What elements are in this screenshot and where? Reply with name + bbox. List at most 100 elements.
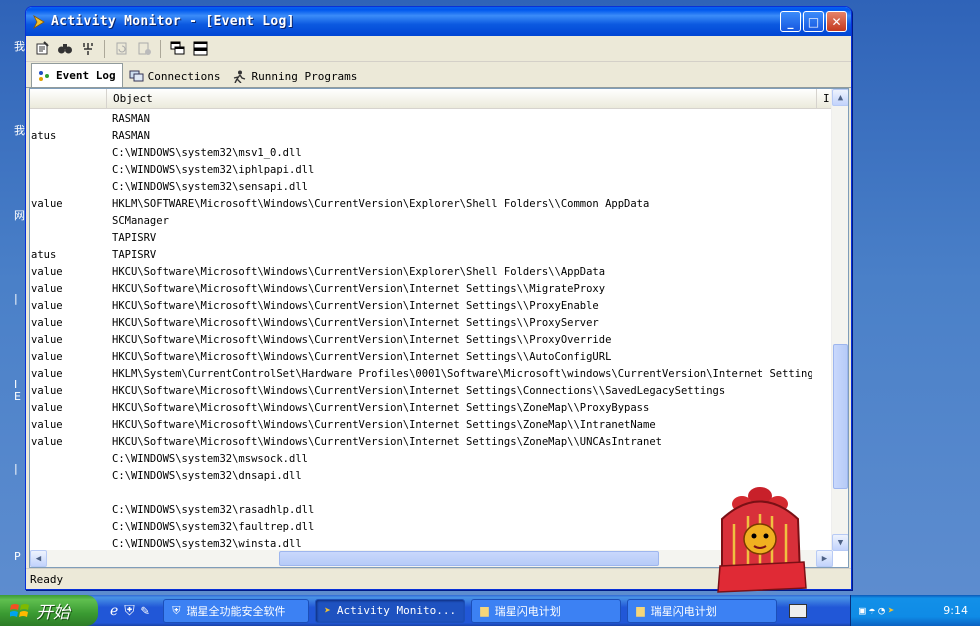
running-programs-icon: [234, 70, 246, 83]
row-object: C:\WINDOWS\system32\sensapi.dll: [112, 181, 308, 193]
row-object: HKCU\Software\Microsoft\Windows\CurrentV…: [112, 317, 599, 329]
table-row[interactable]: value HKCU\Software\Microsoft\Windows\Cur…: [30, 434, 834, 451]
taskbar-item-label: 瑞星全功能安全软件: [186, 604, 286, 618]
taskbar-item-folder-2[interactable]: ▆ 瑞星闪电计划: [627, 598, 778, 623]
rising-tray-icon[interactable]: ➤: [888, 604, 895, 617]
table-row[interactable]: value HKLM\System\CurrentControlSet\Hardw…: [30, 366, 834, 383]
taskbar-item-rising[interactable]: ⛨ 瑞星全功能安全软件: [163, 598, 310, 623]
scroll-right-button[interactable]: ▶: [816, 550, 833, 567]
window-title: Activity Monitor - [Event Log]: [51, 14, 295, 29]
row-object: SCManager: [112, 215, 169, 227]
table-row[interactable]: value HKCU\Software\Microsoft\Windows\Cur…: [30, 298, 834, 315]
export-icon[interactable]: [134, 39, 154, 59]
desktop-glyph[interactable]: P: [14, 550, 21, 563]
filter-icon[interactable]: [78, 39, 98, 59]
table-row[interactable]: C:\WINDOWS\system32\iphlpapi.dll: [30, 162, 834, 179]
tab-running-programs[interactable]: Running Programs: [226, 65, 363, 87]
tab-label: Connections: [147, 69, 221, 83]
row-object: HKCU\Software\Microsoft\Windows\CurrentV…: [112, 300, 599, 312]
table-row[interactable]: atus TAPISRV: [30, 247, 834, 264]
row-object: HKCU\Software\Microsoft\Windows\CurrentV…: [112, 266, 606, 278]
horizontal-scroll-thumb[interactable]: [279, 551, 659, 566]
table-row[interactable]: C:\WINDOWS\system32\dnsapi.dll: [30, 468, 834, 485]
refresh-icon[interactable]: [111, 39, 131, 59]
desktop-glyph[interactable]: 网: [14, 207, 25, 223]
shield-icon: ⛨: [172, 603, 181, 617]
properties-icon[interactable]: [32, 39, 52, 59]
table-row[interactable]: C:\WINDOWS\system32\mswsock.dll: [30, 451, 834, 468]
taskbar: 开始 ℯ ⛨ ✎ ⛨ 瑞星全功能安全软件 ➤ Activity Monito..…: [0, 595, 980, 626]
row-object: TAPISRV: [112, 249, 157, 261]
desktop-glyph[interactable]: |: [14, 292, 18, 305]
windows-logo-icon: [10, 603, 29, 617]
table-row[interactable]: RASMAN: [30, 111, 834, 128]
vertical-scroll-thumb[interactable]: [833, 344, 848, 489]
table-row[interactable]: value HKLM\SOFTWARE\Microsoft\Windows\Cur…: [30, 196, 834, 213]
audio-icon[interactable]: ◔: [878, 604, 885, 617]
scroll-left-button[interactable]: ◀: [30, 550, 47, 567]
minimize-button[interactable]: _: [780, 11, 801, 32]
column-header-blank[interactable]: [30, 89, 106, 109]
taskbar-item-folder-1[interactable]: ▆ 瑞星闪电计划: [471, 598, 622, 623]
tile-icon[interactable]: [190, 39, 210, 59]
row-operation: atus: [31, 249, 57, 261]
row-object: HKCU\Software\Microsoft\Windows\CurrentV…: [112, 419, 656, 431]
status-text: Ready: [30, 573, 64, 586]
find-icon[interactable]: [55, 39, 75, 59]
toolbar-separator: [104, 39, 105, 58]
row-object: C:\WINDOWS\system32\faultrep.dll: [112, 521, 315, 533]
scroll-up-button[interactable]: ▲: [832, 89, 848, 106]
shield-quicklaunch-icon[interactable]: ⛨: [124, 603, 135, 619]
umbrella-icon[interactable]: ☂: [869, 604, 876, 617]
table-row[interactable]: TAPISRV: [30, 230, 834, 247]
row-object: HKCU\Software\Microsoft\Windows\CurrentV…: [112, 351, 612, 363]
row-object: HKCU\Software\Microsoft\Windows\CurrentV…: [112, 402, 650, 414]
table-row[interactable]: C:\WINDOWS\system32\sensapi.dll: [30, 179, 834, 196]
edit-quicklaunch-icon[interactable]: ✎: [141, 603, 149, 619]
event-log-icon: [39, 70, 49, 81]
scroll-down-button[interactable]: ▼: [832, 534, 848, 551]
row-operation: value: [31, 385, 63, 397]
row-operation: value: [31, 283, 63, 295]
desktop-glyph[interactable]: 我: [14, 38, 25, 54]
row-operation: value: [31, 198, 63, 210]
system-tray: ▣ ☂ ◔ ➤ 9:14: [850, 595, 980, 626]
start-label: 开始: [36, 603, 70, 623]
maximize-button[interactable]: □: [803, 11, 824, 32]
row-operation: value: [31, 436, 63, 448]
table-row[interactable]: value HKCU\Software\Microsoft\Windows\Cur…: [30, 349, 834, 366]
network-icon[interactable]: ▣: [859, 604, 866, 617]
vertical-scrollbar[interactable]: ▲ ▼: [831, 89, 848, 551]
table-row[interactable]: value HKCU\Software\Microsoft\Windows\Cur…: [30, 332, 834, 349]
quick-launch: ℯ ⛨ ✎: [110, 603, 149, 619]
row-object: HKCU\Software\Microsoft\Windows\CurrentV…: [112, 334, 612, 346]
column-header-object[interactable]: Object: [106, 89, 816, 109]
row-object: RASMAN: [112, 113, 150, 125]
tab-event-log[interactable]: Event Log: [31, 63, 123, 87]
table-row[interactable]: C:\WINDOWS\system32\msv1_0.dll: [30, 145, 834, 162]
desktop-glyph[interactable]: E: [14, 390, 21, 403]
table-row[interactable]: atus RASMAN: [30, 128, 834, 145]
start-button[interactable]: 开始: [0, 595, 98, 626]
table-row[interactable]: value HKCU\Software\Microsoft\Windows\Cur…: [30, 315, 834, 332]
close-button[interactable]: ✕: [826, 11, 847, 32]
folder-icon: ▆: [480, 604, 489, 617]
ie-icon[interactable]: ℯ: [110, 603, 118, 619]
table-row[interactable]: value HKCU\Software\Microsoft\Windows\Cur…: [30, 281, 834, 298]
table-row[interactable]: value HKCU\Software\Microsoft\Windows\Cur…: [30, 264, 834, 281]
table-row[interactable]: value HKCU\Software\Microsoft\Windows\Cur…: [30, 383, 834, 400]
rising-lion-mascot-icon[interactable]: [712, 484, 812, 596]
title-bar[interactable]: Activity Monitor - [Event Log] _ □ ✕: [26, 7, 851, 36]
taskbar-item-activity-monitor[interactable]: ➤ Activity Monito...: [315, 598, 466, 623]
clock: 9:14: [943, 604, 968, 617]
tab-connections[interactable]: Connections: [123, 65, 227, 87]
table-row[interactable]: SCManager: [30, 213, 834, 230]
activity-monitor-icon: ➤: [324, 604, 331, 617]
table-row[interactable]: value HKCU\Software\Microsoft\Windows\Cur…: [30, 400, 834, 417]
cascade-icon[interactable]: [167, 39, 187, 59]
table-row[interactable]: value HKCU\Software\Microsoft\Windows\Cur…: [30, 417, 834, 434]
keyboard-icon[interactable]: [789, 603, 808, 618]
desktop-glyph[interactable]: 我: [14, 122, 25, 138]
row-operation: value: [31, 351, 63, 363]
desktop-glyph[interactable]: |: [14, 462, 18, 475]
